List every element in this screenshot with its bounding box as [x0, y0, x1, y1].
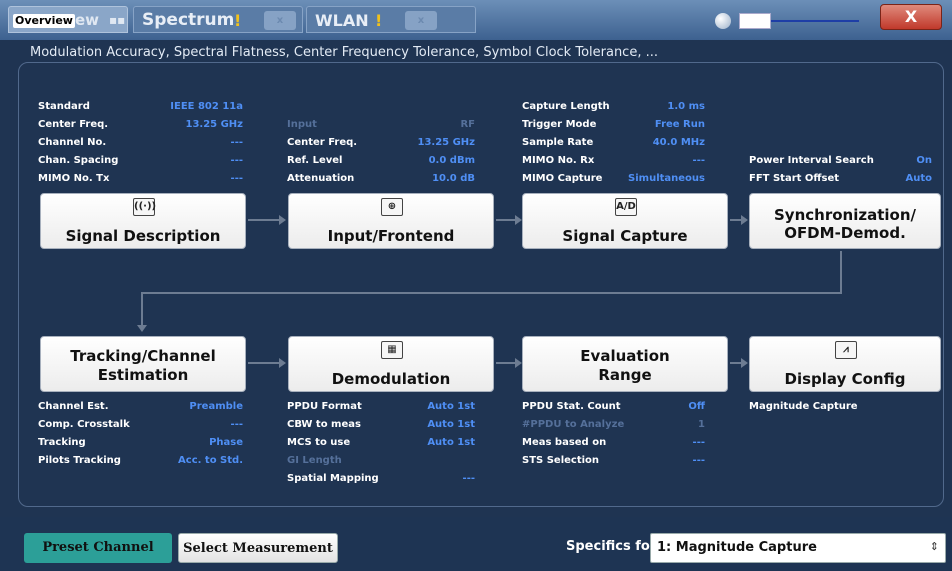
flow-arrow	[730, 358, 748, 368]
param-capture-length: Capture Length 1.0 ms	[522, 101, 705, 112]
param-comp-crosstalk: Comp. Crosstalk ---	[38, 419, 243, 430]
param-tracking: Tracking Phase	[38, 437, 243, 448]
param-mimo-capture: MIMO Capture Simultaneous	[522, 173, 705, 184]
param-sts-selection: STS Selection ---	[522, 455, 705, 466]
flow-arrow	[248, 215, 286, 225]
param-mimo-tx: MIMO No. Tx ---	[38, 173, 243, 184]
param-channel-no: Channel No. ---	[38, 137, 243, 148]
measurement-subtitle: Modulation Accuracy, Spectral Flatness, …	[30, 45, 658, 60]
evaluation-range-button[interactable]: Evaluation Range	[522, 336, 728, 392]
multiview-grid-icon: ▪▪	[109, 13, 126, 27]
window-close-button[interactable]: X	[880, 4, 942, 30]
param-sample-rate: Sample Rate 40.0 MHz	[522, 137, 705, 148]
flow-arrow	[730, 215, 748, 225]
warning-icon: !	[375, 11, 383, 30]
wifi-icon: ((·))	[133, 198, 156, 216]
signal-description-button[interactable]: ((·)) Signal Description	[40, 193, 246, 249]
param-cbw-to-meas: CBW to meas Auto 1st	[287, 419, 475, 430]
param-center-freq: Center Freq. 13.25 GHz	[38, 119, 243, 130]
param-pilots-tracking: Pilots Tracking Acc. to Std.	[38, 455, 243, 466]
connector-arrowhead	[137, 325, 147, 332]
flow-arrow	[496, 358, 522, 368]
param-standard: Standard IEEE 802 11a	[38, 101, 243, 112]
param-ppdu-to-analyze: #PPDU to Analyze 1	[522, 419, 705, 430]
param-input: Input RF	[287, 119, 475, 130]
select-updown-icon: ⇕	[929, 540, 939, 553]
display-config-button[interactable]: ⩘ Display Config	[749, 336, 941, 392]
status-circle-icon	[715, 13, 731, 29]
tab-bar: Overview ew ▪▪ Spectrum ! x WLAN ! x X	[0, 0, 952, 40]
slider-track-line	[771, 20, 859, 22]
param-gi-length: GI Length	[287, 455, 342, 466]
param-ppdu-stat-count: PPDU Stat. Count Off	[522, 401, 705, 412]
tracking-channel-estimation-button[interactable]: Tracking/Channel Estimation	[40, 336, 246, 392]
flow-arrow	[248, 358, 286, 368]
select-measurement-button[interactable]: Select Measurement	[178, 533, 338, 563]
tab-wlan-close-icon[interactable]: x	[405, 11, 437, 30]
param-trigger-mode: Trigger Mode Free Run	[522, 119, 705, 130]
synchronization-button[interactable]: Synchronization/ OFDM-Demod.	[749, 193, 941, 249]
param-attenuation: Attenuation 10.0 dB	[287, 173, 475, 184]
param-magnitude-capture: Magnitude Capture	[749, 401, 858, 412]
bottom-toolbar: Preset Channel Select Measurement Specif…	[0, 517, 952, 571]
param-spatial-mapping: Spatial Mapping ---	[287, 473, 475, 484]
param-mcs-to-use: MCS to use Auto 1st	[287, 437, 475, 448]
tab-spectrum-close-icon[interactable]: x	[264, 11, 296, 30]
param-ppdu-format: PPDU Format Auto 1st	[287, 401, 475, 412]
chart-icon: ⩘	[835, 341, 857, 359]
overview-label: Overview	[13, 14, 75, 28]
specifics-label: Specifics for	[566, 539, 657, 554]
tab-wlan-label: WLAN	[315, 11, 369, 30]
tab-spectrum-label: Spectrum	[142, 10, 235, 30]
overview-label-rest: ew	[75, 11, 100, 29]
connector-wire	[141, 292, 842, 294]
param-channel-est: Channel Est. Preamble	[38, 401, 243, 412]
param-power-interval-search: Power Interval Search On	[749, 155, 932, 166]
specifics-select-value: 1: Magnitude Capture	[657, 540, 817, 555]
input-icon: ⊕	[381, 198, 403, 216]
demodulation-button[interactable]: ▦ Demodulation	[288, 336, 494, 392]
param-center-freq-2: Center Freq. 13.25 GHz	[287, 137, 475, 148]
ad-icon: A/D	[615, 198, 637, 216]
specifics-select[interactable]: 1: Magnitude Capture ⇕	[650, 533, 946, 563]
connector-wire	[840, 251, 842, 293]
param-fft-start-offset: FFT Start Offset Auto	[749, 173, 932, 184]
display-slider[interactable]	[739, 13, 859, 29]
tab-spectrum[interactable]: Spectrum ! x	[133, 6, 303, 33]
param-chan-spacing: Chan. Spacing ---	[38, 155, 243, 166]
param-meas-based-on: Meas based on ---	[522, 437, 705, 448]
connector-wire	[141, 292, 143, 326]
signal-capture-button[interactable]: A/D Signal Capture	[522, 193, 728, 249]
tab-overview[interactable]: Overview ew ▪▪	[8, 6, 128, 33]
preset-channel-button[interactable]: Preset Channel	[24, 533, 172, 563]
param-ref-level: Ref. Level 0.0 dBm	[287, 155, 475, 166]
grid-icon: ▦	[381, 341, 403, 359]
tab-wlan[interactable]: WLAN ! x	[306, 6, 476, 33]
warning-icon: !	[234, 11, 242, 30]
flow-arrow	[496, 215, 522, 225]
slider-handle[interactable]	[739, 13, 771, 29]
param-mimo-rx: MIMO No. Rx ---	[522, 155, 705, 166]
input-frontend-button[interactable]: ⊕ Input/Frontend	[288, 193, 494, 249]
